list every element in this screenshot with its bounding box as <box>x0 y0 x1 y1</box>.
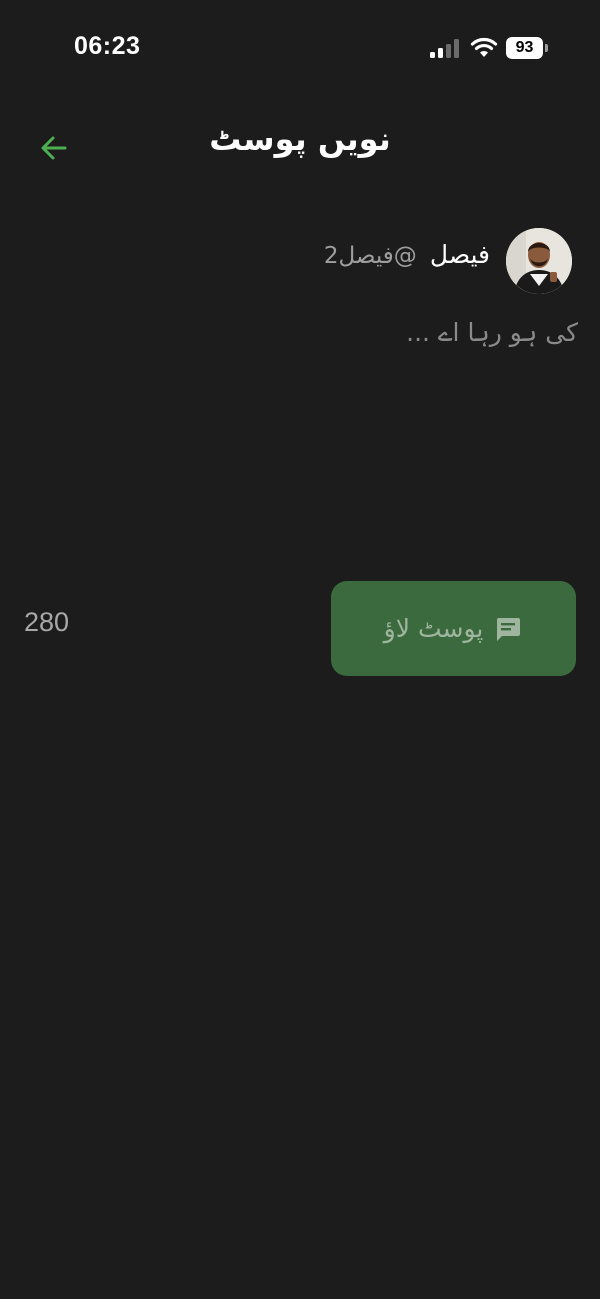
author-handle: @فیصل2 <box>323 243 417 269</box>
battery-level: 93 <box>506 37 543 59</box>
battery-icon: 93 <box>506 37 548 59</box>
avatar[interactable] <box>506 228 572 294</box>
post-button[interactable]: پوسٹ لاؤ <box>331 581 576 676</box>
author-name: فیصل <box>429 240 490 269</box>
post-input[interactable] <box>24 318 578 538</box>
author-row: فیصل @فیصل2 <box>0 228 600 294</box>
cellular-signal-icon <box>430 38 460 58</box>
status-time: 06:23 <box>74 32 141 60</box>
author-info: فیصل @فیصل2 <box>324 240 490 269</box>
wifi-icon <box>470 36 498 58</box>
page-title: نویں پوسٹ <box>209 120 391 158</box>
character-counter: 280 <box>24 607 70 637</box>
message-icon <box>493 614 523 644</box>
status-bar: 06:23 93 <box>0 0 600 96</box>
post-button-label: پوسٹ لاؤ <box>383 614 484 643</box>
new-post-screen: 06:23 93 نویں پوسٹ فیصل @فیصل2 کی ہو رہا… <box>0 0 600 1299</box>
header: نویں پوسٹ <box>0 110 600 182</box>
